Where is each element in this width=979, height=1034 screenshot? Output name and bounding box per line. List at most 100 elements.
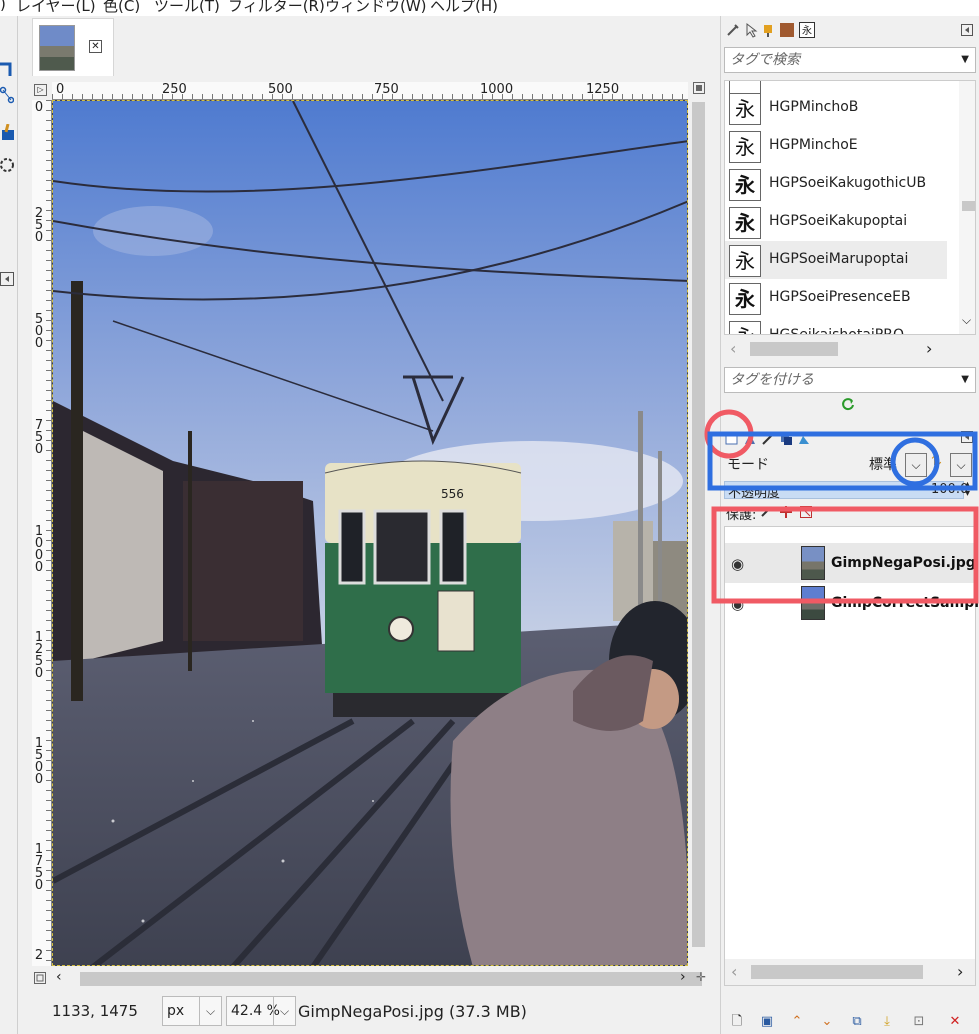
zoom-select[interactable]: 42.4 % ⌵ <box>226 996 296 1026</box>
panel-menu-icon[interactable] <box>0 272 14 286</box>
chevron-down-icon[interactable]: ⌵ <box>962 313 971 328</box>
horizontal-scroll-thumb[interactable] <box>80 972 702 986</box>
horizontal-scroll-thumb[interactable] <box>751 965 923 979</box>
tag-assign-field[interactable]: タグを付ける ▼ <box>724 367 976 393</box>
menu-color[interactable]: 色(C) <box>103 0 140 16</box>
pattern-icon[interactable] <box>779 22 795 38</box>
lock-pixels-icon[interactable] <box>760 506 772 518</box>
canvas-horizontal-scrollbar[interactable]: ‹ › ✛ <box>32 966 710 992</box>
menu-layer[interactable]: レイヤー(L) <box>16 0 96 16</box>
font-item[interactable]: 永 HGPSoeiPresenceEB <box>725 279 947 317</box>
horizontal-scroll-thumb[interactable] <box>750 342 838 356</box>
new-layer-group-icon[interactable]: ▣ <box>759 1014 775 1030</box>
font-item[interactable]: 永 HGPMinchoB <box>725 89 947 127</box>
image-canvas[interactable]: 556 <box>52 100 688 966</box>
eye-icon[interactable]: ◉ <box>731 595 744 613</box>
layer-list-horizontal-scrollbar[interactable]: ‹ › <box>725 959 975 985</box>
path-tool-icon[interactable] <box>0 86 14 104</box>
scroll-left-icon[interactable]: ‹ <box>730 339 736 358</box>
font-list[interactable]: 永 HGPMinchoB 永 HGPMinchoE 永 HGPSoeiKakug… <box>724 80 976 335</box>
layer-thumbnail <box>801 586 825 620</box>
canvas-vertical-scrollbar[interactable] <box>688 82 710 967</box>
opacity-spin-icon[interactable]: ▴ ▾ <box>965 480 970 499</box>
undo-history-tab-icon[interactable] <box>779 432 793 446</box>
layer-row[interactable]: ◉ GimpNegaPosi.jpg <box>725 543 976 583</box>
eye-icon[interactable]: ◉ <box>731 555 744 573</box>
ruler-tick-label: 1 5 0 0 <box>34 736 44 787</box>
navigation-icon[interactable]: ✛ <box>696 970 706 984</box>
font-list-vertical-scrollbar[interactable]: ⌵ <box>959 81 975 334</box>
layer-name[interactable]: GimpNegaPosi.jpg <box>831 555 976 571</box>
font-icon[interactable]: 永 <box>799 22 815 38</box>
zoom-fit-icon[interactable] <box>693 82 705 94</box>
new-layer-icon[interactable]: 🗋 <box>729 1014 745 1030</box>
raise-layer-icon[interactable]: ⌃ <box>789 1014 805 1030</box>
paths-tab-icon[interactable] <box>761 432 775 446</box>
chevron-down-icon: ⌵ <box>911 458 921 472</box>
lower-layer-icon[interactable]: ⌄ <box>819 1014 835 1030</box>
delete-layer-icon[interactable]: ✕ <box>947 1014 963 1030</box>
tag-search-field[interactable]: タグで検索 ▼ <box>724 47 976 73</box>
anchor-mask-icon[interactable]: ⊡ <box>911 1014 927 1030</box>
scroll-left-icon[interactable]: ‹ <box>731 962 737 981</box>
mode-value[interactable]: 標準 <box>869 454 897 474</box>
font-item[interactable]: 永 HGPSoeiKakugothicUB <box>725 165 947 203</box>
opacity-slider[interactable]: 不透明度 100.0 <box>724 481 968 501</box>
scroll-right-icon[interactable]: › <box>680 969 686 985</box>
scroll-left-icon[interactable]: ‹ <box>56 969 62 985</box>
unit-select[interactable]: px ⌵ <box>162 996 222 1026</box>
ruler-tick-label: 1 2 5 0 <box>34 630 44 681</box>
close-icon[interactable]: ✕ <box>89 40 102 53</box>
crop-tool-icon[interactable] <box>0 60 14 78</box>
mode-dropdown-button[interactable]: ⌵ <box>905 453 927 477</box>
brush-icon[interactable] <box>761 22 777 38</box>
chevron-down-icon[interactable]: ▼ <box>961 48 969 72</box>
duplicate-layer-icon[interactable]: ⧉ <box>849 1014 865 1030</box>
vertical-scroll-thumb[interactable] <box>962 201 975 211</box>
vertical-scroll-thumb[interactable] <box>692 102 705 947</box>
font-item-hovered[interactable]: 永 HGPSoeiMarupoptai <box>725 241 947 279</box>
composite-dropdown-button[interactable]: ⌵ <box>950 453 972 477</box>
scroll-right-icon[interactable]: › <box>926 339 932 358</box>
paint-tool-icon[interactable] <box>0 124 14 142</box>
image-tab[interactable]: ✕ <box>32 18 114 76</box>
channels-tab-icon[interactable] <box>743 432 757 446</box>
lock-alpha-icon[interactable] <box>800 506 812 518</box>
navigate-icon[interactable] <box>34 972 46 984</box>
mode-label: モード <box>727 457 769 473</box>
tool-options-icon[interactable] <box>725 22 741 38</box>
font-name: HGPMinchoB <box>769 99 859 115</box>
menu-tools[interactable]: ツール(T) <box>154 0 220 16</box>
lock-position-icon[interactable] <box>780 506 792 518</box>
layer-list[interactable]: ◉ GimpNegaPosi.jpg ◉ GimpCorrectSample4 … <box>724 526 979 986</box>
scroll-right-icon[interactable]: › <box>957 962 963 981</box>
menu-windows[interactable]: ウィンドウ(W) <box>325 0 427 16</box>
refresh-icon[interactable] <box>841 397 855 411</box>
menu-item-edge[interactable]: ) <box>0 0 6 13</box>
menu-filters[interactable]: フィルター(R) <box>228 0 325 16</box>
pointer-icon[interactable] <box>743 22 759 38</box>
quick-mask-icon[interactable]: ▷ <box>34 84 47 96</box>
dock-menu-icon[interactable] <box>961 24 973 36</box>
font-list-horizontal-scrollbar[interactable]: ‹ › <box>724 336 976 362</box>
ruler-vertical[interactable]: 0 2 5 0 5 0 0 7 5 0 1 0 0 0 1 2 5 0 1 5 … <box>32 100 52 966</box>
dodge-tool-icon[interactable] <box>0 156 14 174</box>
ruler-horizontal[interactable]: 0 250 500 750 1000 1250 <box>52 82 688 100</box>
layer-row[interactable]: ◉ GimpCorrectSample4 <box>725 583 979 623</box>
dock-menu-icon[interactable] <box>961 431 973 443</box>
font-item[interactable]: 永 HGPSoeiKakupoptai <box>725 203 947 241</box>
menu-help[interactable]: ヘルプ(H) <box>430 0 498 16</box>
layers-tab-icon[interactable] <box>725 432 739 446</box>
ruler-tick-label: 2 <box>34 948 44 963</box>
layer-thumbnail <box>801 546 825 580</box>
font-item[interactable]: 永 HGSeikaishotaiPRO <box>725 317 947 334</box>
layer-name[interactable]: GimpCorrectSample4 <box>831 595 979 611</box>
font-preview-glyph: 永 <box>729 131 761 163</box>
mode-switch-icon[interactable]: ⇅ <box>931 454 942 469</box>
chevron-down-icon[interactable]: ▼ <box>961 368 969 392</box>
images-tab-icon[interactable] <box>797 432 811 446</box>
chevron-down-icon[interactable]: ⌵ <box>273 997 295 1025</box>
merge-layer-icon[interactable]: ⤓ <box>879 1014 895 1030</box>
font-item[interactable]: 永 HGPMinchoE <box>725 127 947 165</box>
chevron-down-icon[interactable]: ⌵ <box>199 997 221 1025</box>
